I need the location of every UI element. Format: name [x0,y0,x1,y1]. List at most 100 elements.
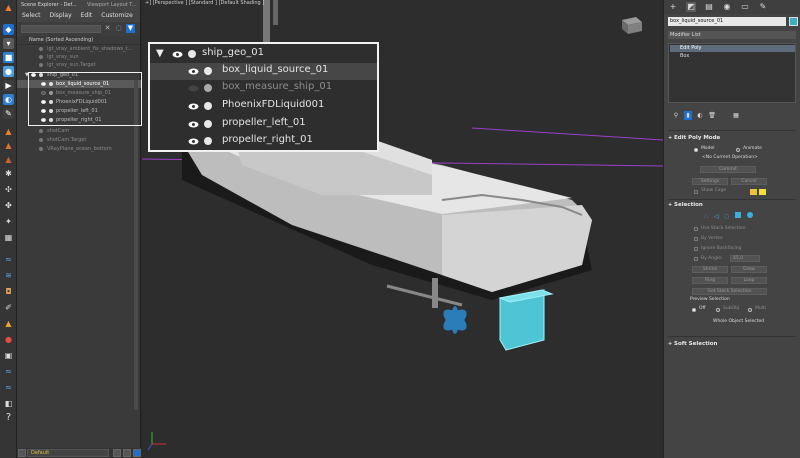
hierarchy-icon[interactable]: ▤ [704,2,714,12]
model-radio[interactable] [694,148,698,152]
create-icon[interactable]: + [668,2,678,12]
eye-icon[interactable] [188,103,199,110]
remove-modifier-icon[interactable]: 🗑 [708,111,716,120]
viewport-layout-tab[interactable]: Viewport Layout T... [87,0,137,10]
select-object-icon[interactable]: ◆ [3,24,14,35]
pencil-icon[interactable]: ✎ [3,108,14,119]
fluid-icon[interactable]: ≋ [3,270,14,281]
box-liquid-source-mesh[interactable] [498,289,554,351]
menu-edit[interactable]: Edit [81,10,93,22]
brush-icon[interactable]: ✐ [3,302,14,313]
grow-button[interactable]: Grow [731,266,767,273]
blend-icon[interactable]: ◧ [3,398,14,409]
eye-icon[interactable] [188,138,199,145]
expand-triangle-icon[interactable]: ▼ [156,48,164,59]
camera-icon[interactable]: ● [3,66,14,77]
viewcube-icon[interactable] [618,14,644,36]
menu-select[interactable]: Select [22,10,41,22]
perspective-viewport[interactable]: +] [Perspective ] [Standard ] [Default S… [142,0,663,458]
cancel-button[interactable]: Cancel [731,178,767,185]
show-end-result-icon[interactable]: ▮ [684,111,692,120]
eye-icon[interactable] [188,68,199,75]
layer-dropdown[interactable]: Default [27,449,109,457]
animate-radio[interactable] [736,148,740,152]
filter-toggle-icon[interactable]: ◌ [114,24,123,33]
modify-icon[interactable]: ◩ [686,2,696,12]
search-input[interactable] [21,25,101,33]
loop-button[interactable]: Loop [731,277,767,284]
display-all-icon[interactable]: ■ [3,52,14,63]
vortex-icon[interactable]: ✦ [3,216,14,227]
angle-spinner[interactable]: 45.0 [730,255,760,262]
tree-row[interactable]: VRayPlane_ocean_bottom [17,145,141,153]
fan-icon[interactable]: ✣ [3,184,14,195]
zoom-row[interactable]: ▼ ship_geo_01 [150,46,377,63]
bucket-icon[interactable]: ▣ [3,350,14,361]
flame-icon[interactable]: ▲ [3,2,14,13]
layer-explorer-icon[interactable] [133,449,141,457]
modifier-edit-poly[interactable]: Edit Poly [670,45,795,52]
cup-icon[interactable]: ◘ [3,286,14,297]
configure-icon[interactable]: ▦ [732,111,740,120]
ocean-icon[interactable]: ≈ [3,366,14,377]
viewport-label[interactable]: +] [Perspective ] [Standard ] [Default S… [145,0,264,6]
make-unique-icon[interactable]: ◐ [696,111,704,120]
tree-row[interactable]: shotCam.Target [17,136,141,144]
tree-row[interactable]: lgt_vray_sun.Target [17,61,141,69]
rollout-edit-poly-mode[interactable]: + Edit Poly Mode [668,134,796,143]
wave-icon[interactable]: ≈ [3,254,14,265]
eye-hidden-icon[interactable] [188,85,199,92]
name-column-header[interactable]: Name (Sorted Ascending) [17,36,140,45]
pin-icon[interactable]: ⚲ [672,111,680,120]
clear-search-icon[interactable]: ✕ [103,24,112,33]
hierarchy-icon[interactable] [123,449,131,457]
flame-icon[interactable]: ▲ [3,140,14,151]
preview-off-radio[interactable] [692,308,696,312]
cage-selected-color-swatch[interactable] [759,189,766,195]
settings-button[interactable]: Settings [692,178,728,185]
eye-icon[interactable] [188,121,199,128]
help-icon[interactable]: ? [3,412,14,423]
zoom-row[interactable]: PhoenixFDLiquid001 [150,98,377,115]
eye-icon[interactable] [172,51,183,58]
flame-icon[interactable]: ▲ [3,318,14,329]
use-stack-selection-checkbox[interactable] [694,227,698,231]
find-icon[interactable]: ▼ [126,24,135,33]
ignore-backfacing-checkbox[interactable] [694,247,698,251]
preview-multi-radio[interactable] [748,308,752,312]
zoom-row[interactable]: propeller_right_01 [150,133,377,150]
burn-icon[interactable]: ● [3,334,14,345]
tool-icon[interactable]: ✤ [3,200,14,211]
tree-row[interactable]: lgt_vray_ambient_fix_shadows_t... [17,45,141,53]
tree-row[interactable]: lgt_vray_sun [17,53,141,61]
filter-icon[interactable]: ▾ [3,38,14,49]
ring-button[interactable]: Ring [692,277,728,284]
light-icon[interactable]: ◐ [3,94,14,105]
modifier-list-dropdown[interactable]: Modifier List [668,31,796,39]
gear-icon[interactable]: ✱ [3,168,14,179]
menu-display[interactable]: Display [50,10,72,22]
liquid-icon[interactable]: ≈ [3,382,14,393]
modifier-box[interactable]: Box [670,53,795,60]
zoom-row[interactable]: propeller_left_01 [150,116,377,133]
cage-color-swatch[interactable] [750,189,757,195]
zoom-row[interactable]: box_measure_ship_01 [150,80,377,97]
subobject-level-icons[interactable]: ∴ ◁ ◌ [704,211,756,221]
by-vertex-checkbox[interactable] [694,237,698,241]
by-angle-checkbox[interactable] [694,257,698,261]
show-cage-checkbox[interactable] [694,190,698,194]
display-icon[interactable]: ▭ [740,2,750,12]
commit-button[interactable]: Commit [700,166,756,173]
shrink-button[interactable]: Shrink [692,266,728,273]
utilities-icon[interactable]: ✎ [758,2,768,12]
sort-icon[interactable] [113,449,121,457]
scrollbar[interactable] [134,80,138,410]
preview-subobj-radio[interactable] [716,308,720,312]
object-name-field[interactable]: box_liquid_source_01 [668,17,786,26]
get-stack-selection-button[interactable]: Get Stack Selection [692,288,767,295]
rollout-selection[interactable]: + Selection [668,201,796,210]
play-icon[interactable]: ▶ [3,80,14,91]
grid-icon[interactable]: ▦ [3,232,14,243]
motion-icon[interactable]: ◉ [722,2,732,12]
object-color-swatch[interactable] [789,17,798,26]
